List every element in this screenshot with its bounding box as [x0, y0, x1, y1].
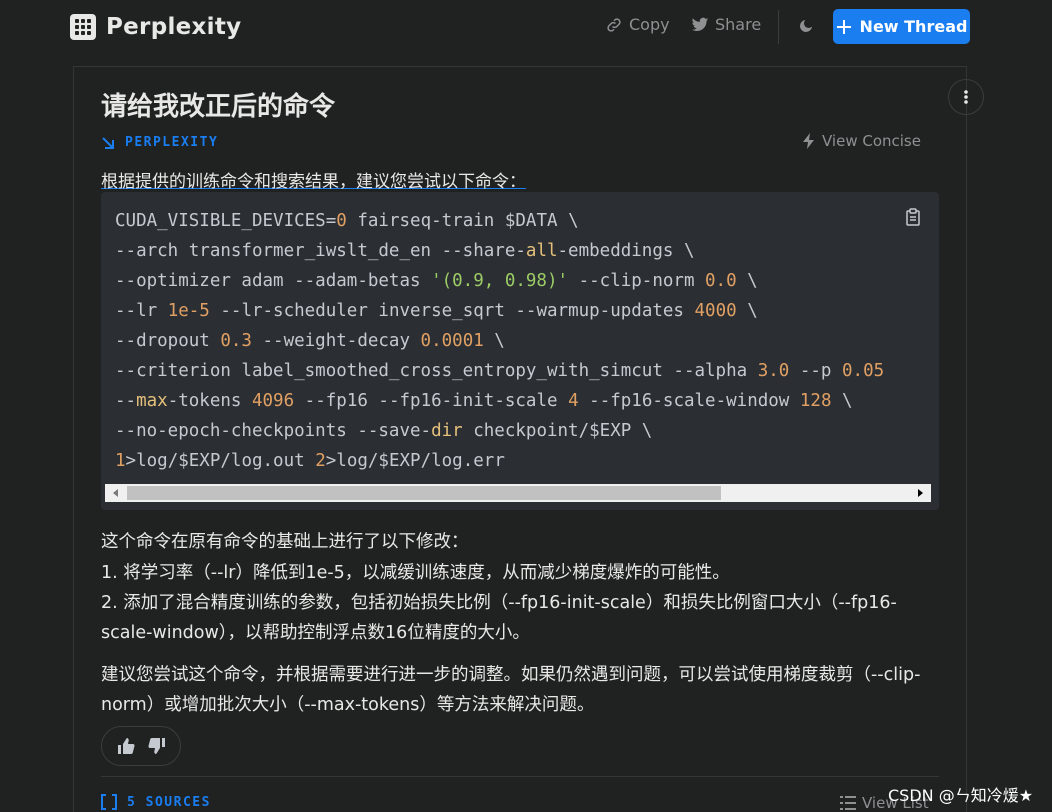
copy-button[interactable]: Copy [605, 15, 670, 34]
section-divider [101, 776, 939, 777]
feedback-group [101, 726, 181, 766]
code-token: --arch transformer_iwslt_de_en --share- [115, 241, 526, 261]
code-token: -- [115, 391, 137, 411]
csdn-watermark: CSDN @ㄣ知冷煖★ [888, 786, 1034, 805]
code-token: all [525, 241, 558, 261]
source-name: PERPLEXITY [125, 135, 219, 150]
code-text[interactable]: CUDA_VISIBLE_DEVICES=0 fairseq-train $DA… [115, 206, 935, 476]
brand-logo[interactable]: Perplexity [70, 14, 241, 40]
code-line: 1>log/$EXP/log.out 2>log/$EXP/log.err [115, 446, 935, 476]
code-token: >log/$EXP/log.out [125, 451, 316, 471]
code-token: \ [736, 271, 758, 291]
new-thread-button[interactable]: New Thread [833, 9, 970, 44]
code-token: dir [431, 421, 463, 441]
code-token: 0.0 [705, 271, 737, 291]
code-token: -tokens [167, 391, 252, 411]
more-options-button[interactable] [948, 79, 984, 115]
code-line: --arch transformer_iwslt_de_en --share-a… [115, 236, 935, 266]
share-button[interactable]: Share [691, 15, 761, 34]
code-token: \ [736, 301, 758, 321]
horizontal-scrollbar[interactable] [105, 484, 931, 502]
change-item-2: 2. 添加了混合精度训练的参数，包括初始损失比例（--fp16-init-sca… [101, 593, 897, 643]
vertical-dots-icon [964, 90, 968, 104]
code-token: '(0.9, 0.98)' [431, 271, 569, 291]
code-token: 1e-5 [167, 301, 210, 321]
arrow-down-right-icon [102, 136, 114, 149]
top-header: Perplexity Copy Share New Thread [0, 0, 1052, 54]
answer-heading: 这个命令在原有命令的基础上进行了以下修改： [101, 532, 469, 552]
intro-text: 根据提供的训练命令和搜索结果，建议您尝试以下命令： [101, 172, 526, 192]
code-token: 0 [336, 211, 347, 231]
code-token: --fp16-scale-window [578, 391, 800, 411]
brackets-icon [101, 794, 117, 810]
header-divider [778, 10, 779, 44]
code-token: 0.05 [842, 361, 885, 381]
code-line: --no-epoch-checkpoints --save-dir checkp… [115, 416, 935, 446]
copy-label: Copy [629, 15, 670, 34]
plus-icon [836, 19, 851, 34]
thread-title: 请给我改正后的命令 [101, 92, 336, 122]
code-token: 3.0 [757, 361, 790, 381]
code-token: CUDA_VISIBLE_DEVICES= [115, 211, 337, 231]
new-thread-label: New Thread [859, 17, 968, 36]
code-token: --lr-scheduler inverse_sqrt --warmup-upd… [209, 301, 695, 321]
perplexity-logo-icon [70, 14, 96, 40]
code-token: \ [483, 331, 505, 351]
code-line: --max-tokens 4096 --fp16 --fp16-init-sca… [115, 386, 935, 416]
twitter-icon [691, 17, 709, 31]
sources-label: 5 SOURCES [127, 794, 211, 810]
code-token: 4096 [251, 391, 295, 411]
code-token: 2 [315, 451, 326, 471]
sources-header: 5 SOURCES [101, 794, 211, 810]
clipboard-icon[interactable] [905, 208, 921, 226]
code-token: -embeddings \ [557, 241, 695, 261]
code-token: 1 [115, 451, 126, 471]
code-line: --optimizer adam --adam-betas '(0.9, 0.9… [115, 266, 935, 296]
code-token: --weight-decay [251, 331, 421, 351]
scroll-left-arrow-icon[interactable] [113, 489, 118, 497]
code-token: fairseq-train $DATA \ [346, 211, 579, 231]
thumbs-down-icon[interactable] [147, 738, 166, 754]
perplexity-source-label: PERPLEXITY [101, 135, 218, 150]
code-token: --p [789, 361, 842, 381]
code-line: --criterion label_smoothed_cross_entropy… [115, 356, 935, 386]
code-token: --lr [115, 301, 168, 321]
lightning-icon [803, 133, 814, 149]
advice-paragraph: 建议您尝试这个命令，并根据需要进行进一步的调整。如果仍然遇到问题，可以尝试使用梯… [101, 665, 921, 715]
code-token: 0.0001 [420, 331, 484, 351]
scrollbar-thumb[interactable] [127, 486, 721, 500]
code-token: 0.3 [220, 331, 252, 351]
change-item-1: 1. 将学习率（--lr）降低到1e-5，以减缓训练速度，从而减少梯度爆炸的可能… [101, 563, 730, 583]
code-line: --lr 1e-5 --lr-scheduler inverse_sqrt --… [115, 296, 935, 326]
code-token: --optimizer adam --adam-betas [115, 271, 432, 291]
code-token: 128 [799, 391, 832, 411]
moon-icon[interactable] [798, 17, 814, 35]
share-label: Share [715, 15, 762, 34]
link-icon [607, 17, 621, 32]
code-token: \ [831, 391, 853, 411]
code-line: --dropout 0.3 --weight-decay 0.0001 \ [115, 326, 935, 356]
code-block: CUDA_VISIBLE_DEVICES=0 fairseq-train $DA… [101, 192, 939, 510]
code-token: 4000 [694, 301, 737, 321]
scroll-right-arrow-icon[interactable] [918, 489, 923, 497]
code-line: CUDA_VISIBLE_DEVICES=0 fairseq-train $DA… [115, 206, 935, 236]
code-token: --no-epoch-checkpoints --save- [115, 421, 432, 441]
code-token: --fp16 --fp16-init-scale [294, 391, 569, 411]
list-icon [840, 796, 856, 810]
answer-intro: 根据提供的训练命令和搜索结果，建议您尝试以下命令： [101, 167, 526, 192]
code-token: max [136, 391, 168, 411]
view-concise-button[interactable]: View Concise [802, 132, 921, 150]
view-concise-label: View Concise [822, 132, 921, 150]
code-token: --clip-norm [568, 271, 706, 291]
code-token: --dropout [115, 331, 221, 351]
code-token: --criterion label_smoothed_cross_entropy… [115, 361, 758, 381]
code-token: checkpoint/$EXP \ [462, 421, 653, 441]
thumbs-up-icon[interactable] [117, 738, 135, 754]
code-token: >log/$EXP/log.err [325, 451, 505, 471]
brand-name: Perplexity [106, 14, 242, 40]
code-token: 4 [568, 391, 579, 411]
